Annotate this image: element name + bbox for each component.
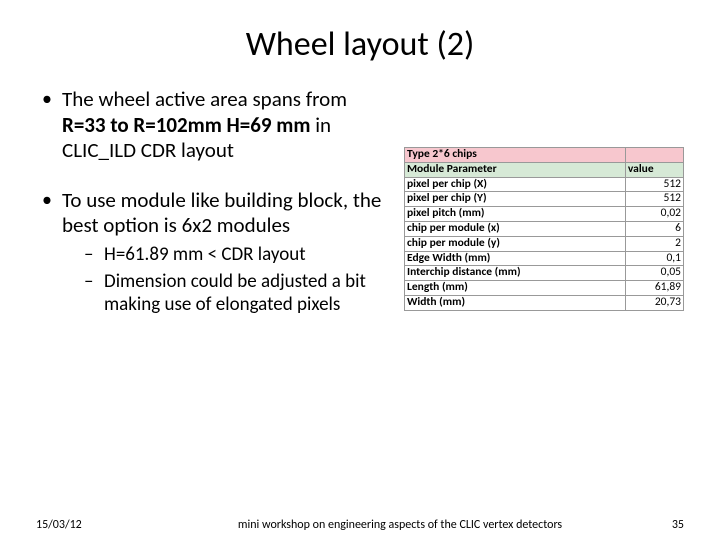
table-caption-blank	[625, 148, 683, 163]
bullet-1-pre: The wheel active area spans from	[62, 86, 347, 112]
table-caption: Type 2*6 chips	[405, 148, 626, 163]
table-row: pixel pitch (mm)0,02	[405, 207, 684, 222]
page-title: Wheel layout (2)	[36, 24, 684, 65]
table-column: Type 2*6 chips Module Parameter value pi…	[404, 87, 684, 341]
param-cell: chip per module (y)	[405, 236, 626, 251]
param-cell: chip per module (x)	[405, 221, 626, 236]
footer-date: 15/03/12	[36, 518, 176, 532]
value-cell: 6	[625, 221, 683, 236]
footer-caption: mini workshop on engineering aspects of …	[176, 518, 624, 532]
value-cell: 0,05	[625, 266, 683, 281]
text-column: The wheel active area spans from R=33 to…	[36, 87, 386, 341]
param-cell: pixel per chip (X)	[405, 177, 626, 192]
bullet-1: The wheel active area spans from R=33 to…	[36, 87, 386, 164]
value-cell: 61,89	[625, 281, 683, 296]
footer-page-number: 35	[624, 518, 684, 532]
table-header-row: Module Parameter value	[405, 162, 684, 177]
table-row: chip per module (y)2	[405, 236, 684, 251]
sub-bullet-list: H=61.89 mm < CDR layout Dimension could …	[62, 243, 386, 317]
bullet-2-text: To use module like building block, the b…	[62, 187, 381, 239]
footer: 15/03/12 mini workshop on engineering as…	[36, 518, 684, 532]
value-cell: 2	[625, 236, 683, 251]
value-cell: 0,1	[625, 251, 683, 266]
table-row: Interchip distance (mm)0,05	[405, 266, 684, 281]
sub-bullet-2: Dimension could be adjusted a bit making…	[82, 270, 386, 316]
table-row: pixel per chip (X)512	[405, 177, 684, 192]
param-cell: Length (mm)	[405, 281, 626, 296]
table-row: chip per module (x)6	[405, 221, 684, 236]
value-cell: 0,02	[625, 207, 683, 222]
bullet-1-bold: R=33 to R=102mm H=69 mm	[62, 112, 310, 138]
parameter-table: Type 2*6 chips Module Parameter value pi…	[404, 147, 684, 311]
table-row: Edge Width (mm)0,1	[405, 251, 684, 266]
param-cell: Width (mm)	[405, 295, 626, 310]
bullet-2: To use module like building block, the b…	[36, 188, 386, 317]
param-cell: pixel per chip (Y)	[405, 192, 626, 207]
param-cell: Edge Width (mm)	[405, 251, 626, 266]
param-cell: Interchip distance (mm)	[405, 266, 626, 281]
table-caption-row: Type 2*6 chips	[405, 148, 684, 163]
table-row: Length (mm)61,89	[405, 281, 684, 296]
table-row: Width (mm)20,73	[405, 295, 684, 310]
value-cell: 512	[625, 192, 683, 207]
sub-bullet-1: H=61.89 mm < CDR layout	[82, 243, 386, 266]
content-columns: The wheel active area spans from R=33 to…	[36, 87, 684, 341]
header-param: Module Parameter	[405, 162, 626, 177]
header-value: value	[625, 162, 683, 177]
bullet-list: The wheel active area spans from R=33 to…	[36, 87, 386, 317]
table-row: pixel per chip (Y)512	[405, 192, 684, 207]
value-cell: 512	[625, 177, 683, 192]
param-cell: pixel pitch (mm)	[405, 207, 626, 222]
value-cell: 20,73	[625, 295, 683, 310]
parameter-table-wrap: Type 2*6 chips Module Parameter value pi…	[404, 147, 684, 311]
